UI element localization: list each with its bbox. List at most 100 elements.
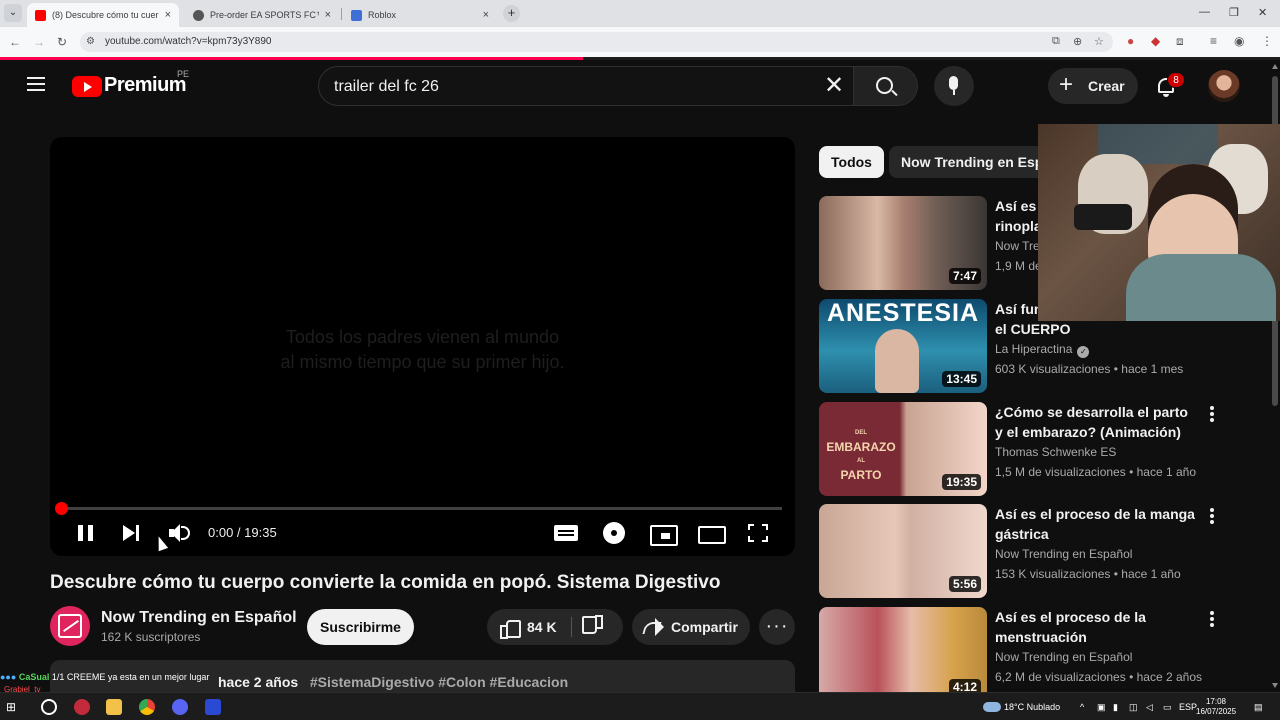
chip-channel[interactable]: Now Trending en Español (889, 146, 1038, 178)
dislike-thumb-down-icon[interactable] (585, 618, 603, 636)
upload-age: hace 2 años (218, 674, 299, 690)
cast-icon[interactable]: ⧉ (1052, 35, 1060, 48)
related-thumbnail[interactable]: DEL EMBARAZO AL PARTO 19:35 (819, 402, 987, 496)
menu-icon[interactable] (27, 77, 45, 91)
related-title[interactable]: Así es el proceso de la menstruación (995, 607, 1195, 647)
tray-app-icon[interactable]: ▣ (1097, 702, 1106, 713)
windows-start-icon[interactable]: ⊞ (6, 699, 22, 715)
miniplayer-icon[interactable] (650, 521, 678, 546)
reload-icon[interactable]: ↻ (57, 35, 67, 49)
browser-tab-ea-sports[interactable]: Pre-order EA SPORTS FC™ 26 - × (185, 3, 339, 27)
weather-cloud-icon[interactable] (983, 702, 1001, 712)
hashtags[interactable]: #SistemaDigestivo #Colon #Educacion (310, 674, 568, 690)
browser-tab-youtube[interactable]: (8) Descubre cómo tu cuerpo c × (27, 3, 179, 27)
close-tab-icon[interactable]: × (325, 9, 331, 21)
show-hidden-icons-icon[interactable]: ^ (1080, 702, 1084, 712)
close-tab-icon[interactable]: × (483, 9, 489, 21)
new-tab-button[interactable]: + (503, 5, 520, 22)
channel-name[interactable]: Now Trending en Español (101, 609, 297, 627)
fullscreen-icon[interactable] (748, 521, 768, 545)
subscriber-count: 162 K suscriptores (101, 630, 201, 644)
restore-icon[interactable]: ❐ (1229, 6, 1239, 19)
share-arrow-icon (644, 618, 664, 636)
minimize-icon[interactable]: — (1199, 6, 1210, 18)
browser-menu-icon[interactable]: ⋮ (1261, 34, 1273, 48)
site-info-icon[interactable]: ⚙ (86, 36, 98, 48)
close-window-icon[interactable]: ✕ (1258, 6, 1267, 19)
scrubber-handle[interactable] (55, 502, 68, 515)
forward-icon[interactable]: → (33, 35, 45, 49)
taskbar-app-icon[interactable] (74, 699, 90, 715)
related-channel[interactable]: Now Trending en Español (995, 650, 1132, 664)
battery-icon[interactable]: ▭ (1163, 702, 1172, 713)
theater-mode-icon[interactable] (698, 521, 726, 545)
related-channel[interactable]: Thomas Schwenke ES (995, 445, 1116, 459)
youtube-logo-icon[interactable] (72, 76, 102, 97)
chat-message: 1/1 CREEME ya esta en un mejor lugar (51, 672, 210, 682)
bookmark-star-icon[interactable]: ☆ (1094, 35, 1104, 48)
create-label: Crear (1088, 78, 1125, 94)
related-channel[interactable]: Now Trending en Español (995, 547, 1132, 561)
network-icon[interactable]: ◫ (1129, 702, 1138, 713)
input-language[interactable]: ESP (1179, 702, 1197, 712)
extension-icon[interactable]: ◆ (1151, 34, 1160, 48)
video-player[interactable]: Todos los padres vienen al mundo al mism… (50, 137, 795, 556)
settings-gear-icon[interactable] (603, 521, 625, 545)
related-title[interactable]: ¿Cómo se desarrolla el parto y el embara… (995, 402, 1195, 442)
scroll-up-icon[interactable] (1272, 64, 1278, 69)
zoom-icon[interactable]: ⊕ (1073, 35, 1082, 48)
related-thumbnail[interactable]: 4:12 (819, 607, 987, 692)
speaker-icon[interactable]: ◁ (1146, 702, 1153, 713)
profile-icon[interactable]: ◉ (1234, 34, 1244, 48)
video-options-icon[interactable] (1206, 611, 1218, 631)
like-thumb-up-icon[interactable] (500, 618, 521, 639)
channel-avatar[interactable] (50, 606, 90, 646)
address-bar[interactable]: ⚙ youtube.com/watch?v=kpm73y3Y890 (80, 32, 1113, 52)
subscribe-button[interactable]: Suscribirme (307, 609, 414, 645)
create-button[interactable]: + Crear (1048, 68, 1138, 104)
pause-icon[interactable] (77, 521, 95, 545)
logo-text[interactable]: Premium (104, 74, 187, 97)
video-options-icon[interactable] (1206, 508, 1218, 528)
subtitles-icon[interactable] (554, 521, 578, 545)
extensions-puzzle-icon[interactable]: ⧈ (1176, 34, 1184, 49)
search-box: trailer del fc 26 ✕ (318, 66, 918, 106)
taskbar-app-icon[interactable] (205, 699, 221, 715)
taskbar-clock[interactable]: 17:08 16/07/2025 (1196, 697, 1236, 717)
scroll-down-icon[interactable] (1272, 683, 1278, 688)
close-tab-icon[interactable]: × (165, 9, 171, 21)
related-thumbnail[interactable]: ANESTESIA 13:45 (819, 299, 987, 393)
chip-todos[interactable]: Todos (819, 146, 884, 178)
browser-tab-roblox[interactable]: Roblox × (343, 3, 497, 27)
tab-search-icon[interactable]: ⌄ (4, 4, 22, 22)
like-count[interactable]: 84 K (527, 619, 557, 635)
chrome-icon[interactable] (139, 699, 155, 715)
file-explorer-icon[interactable] (106, 699, 122, 715)
clear-search-icon[interactable]: ✕ (824, 73, 844, 99)
back-icon[interactable]: ← (9, 35, 21, 49)
taskbar-search-icon[interactable] (41, 699, 57, 715)
related-channel[interactable]: La Hiperactina ✓ (995, 342, 1090, 358)
account-avatar[interactable] (1208, 70, 1240, 102)
weather-text[interactable]: 18°C Nublado (1004, 702, 1060, 712)
youtube-favicon-icon (35, 9, 46, 21)
reading-list-icon[interactable]: ≡ (1210, 34, 1217, 48)
progress-bar[interactable] (60, 507, 782, 510)
share-button[interactable]: Compartir (632, 609, 750, 645)
search-input[interactable]: trailer del fc 26 (334, 78, 439, 96)
next-video-icon[interactable] (122, 521, 142, 545)
related-thumbnail[interactable]: 7:47 (819, 196, 987, 290)
discord-icon[interactable] (172, 699, 188, 715)
voice-search-icon[interactable] (934, 66, 974, 106)
tab-label: Pre-order EA SPORTS FC™ 26 - (210, 10, 319, 20)
microphone-tray-icon[interactable]: ▮ (1113, 702, 1118, 713)
related-thumbnail[interactable]: 5:56 (819, 504, 987, 598)
chat-badge-icon: ●●● (0, 672, 17, 682)
search-button[interactable] (853, 67, 917, 105)
related-meta: 1,5 M de visualizaciones • hace 1 año (995, 465, 1196, 479)
extension-icon[interactable]: ● (1127, 34, 1134, 48)
more-actions-button[interactable]: ··· (759, 609, 795, 645)
video-options-icon[interactable] (1206, 406, 1218, 426)
notification-center-icon[interactable]: ▤ (1254, 702, 1263, 713)
related-title[interactable]: Así es el proceso de la manga gástrica (995, 504, 1195, 544)
